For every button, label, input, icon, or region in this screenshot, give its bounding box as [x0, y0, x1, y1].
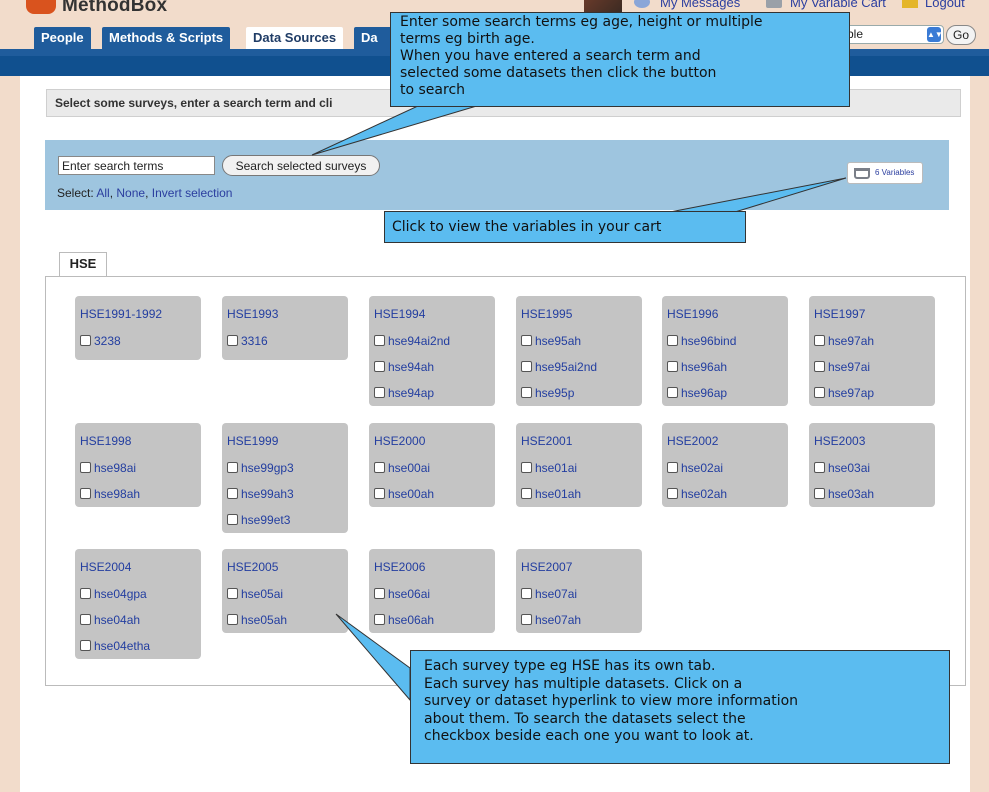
- cart-help-callout: Click to view the variables in your cart: [384, 211, 746, 243]
- callout-line: terms eg birth age.: [400, 31, 535, 47]
- callout-line: Click to view the variables in your cart: [392, 219, 662, 235]
- callout-line: Enter some search terms eg age, height o…: [400, 14, 763, 30]
- callout-line: about them. To search the datasets selec…: [424, 710, 746, 727]
- callout-line: checkbox beside each one you want to loo…: [424, 728, 754, 744]
- tabs-help-callout: Each survey type eg HSE has its own tab.…: [410, 650, 950, 764]
- callout-line: selected some datasets then click the bu…: [400, 65, 717, 81]
- callout-line: When you have entered a search term and: [400, 48, 701, 64]
- tabs-callout-pointer: [335, 613, 411, 702]
- search-help-callout: Enter some search terms eg age, height o…: [390, 12, 850, 107]
- cart-callout-pointer: [669, 177, 847, 213]
- callout-line: to search: [400, 82, 466, 98]
- callout-line: Each survey has multiple datasets. Click…: [424, 675, 743, 692]
- callout-line: survey or dataset hyperlink to view more…: [424, 693, 799, 709]
- search-callout-pointer: [311, 104, 481, 156]
- callout-line: Each survey type eg HSE has its own tab.: [424, 658, 716, 674]
